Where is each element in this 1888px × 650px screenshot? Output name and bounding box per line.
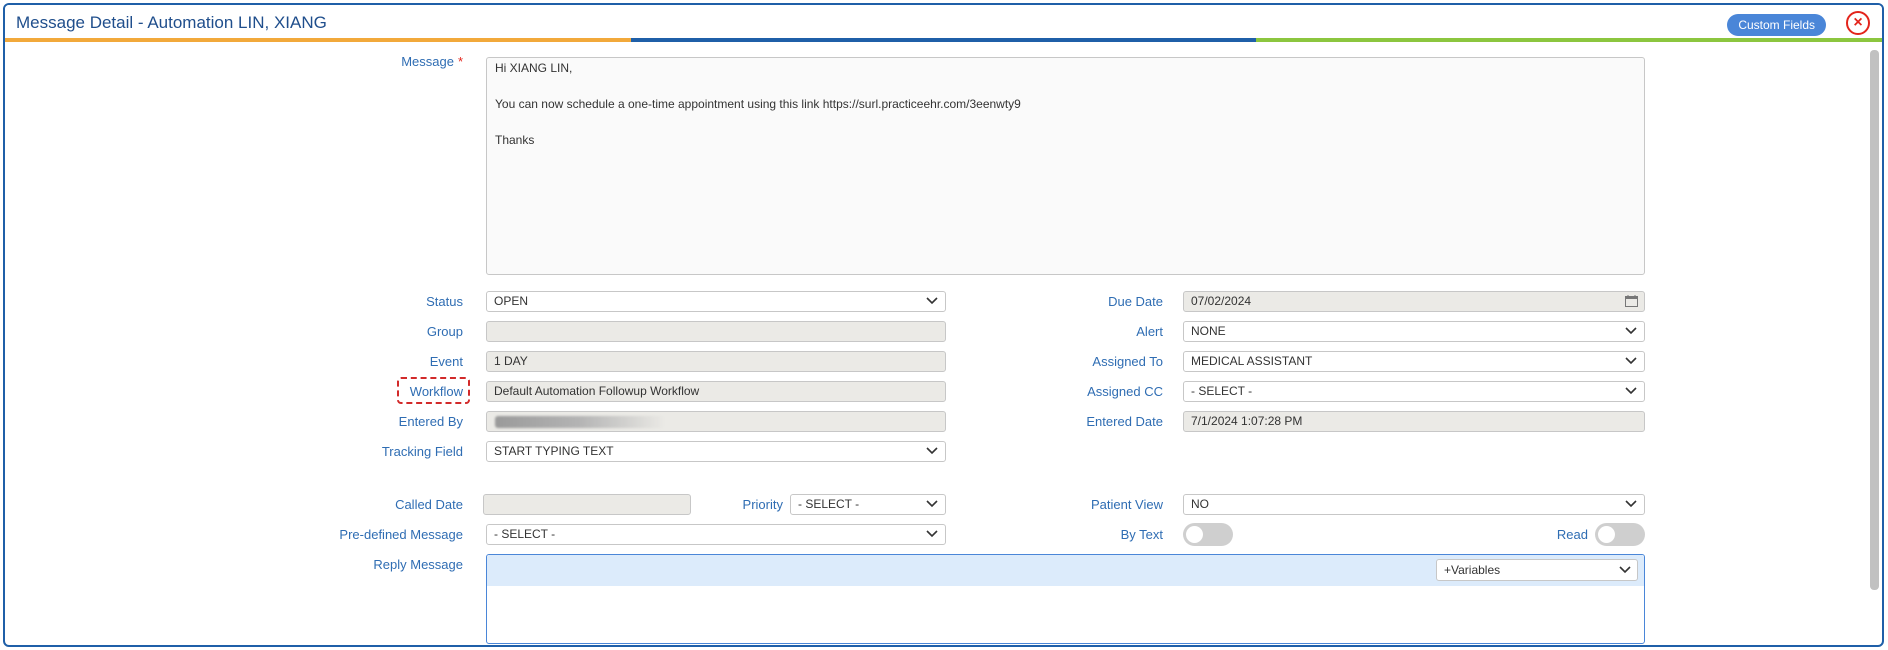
workflow-field: Default Automation Followup Workflow xyxy=(486,381,946,402)
toggle-knob xyxy=(1186,526,1203,543)
message-label: Message * xyxy=(305,54,463,69)
by-text-label: By Text xyxy=(1120,527,1163,542)
variables-select[interactable]: +Variables xyxy=(1436,559,1638,581)
message-detail-dialog: Message Detail - Automation LIN, XIANG C… xyxy=(3,3,1884,647)
color-strip-segment-blue xyxy=(630,38,1257,42)
chevron-down-icon xyxy=(926,527,938,541)
patient-view-label: Patient View xyxy=(1090,497,1163,512)
by-text-toggle[interactable] xyxy=(1183,523,1233,546)
vertical-scrollbar[interactable] xyxy=(1870,50,1879,590)
close-icon[interactable]: × xyxy=(1846,11,1870,35)
tracking-field-label: Tracking Field xyxy=(381,444,463,459)
message-line-body: You can now schedule a one-time appointm… xyxy=(495,97,1021,111)
predefined-message-select[interactable]: - SELECT - xyxy=(486,524,946,545)
color-strip-segment-orange xyxy=(5,38,631,42)
status-value: OPEN xyxy=(494,294,529,308)
redacted-name-blur xyxy=(495,416,665,428)
reply-editor-toolbar: +Variables xyxy=(487,555,1644,586)
assigned-cc-label: Assigned CC xyxy=(1087,384,1163,399)
due-date-value: 07/02/2024 xyxy=(1191,294,1252,308)
message-label-text: Message xyxy=(401,54,454,69)
alert-select[interactable]: NONE xyxy=(1183,321,1645,342)
chevron-down-icon xyxy=(926,444,938,458)
chevron-down-icon xyxy=(1619,563,1631,577)
group-label: Group xyxy=(426,324,463,339)
assigned-to-value: MEDICAL ASSISTANT xyxy=(1191,354,1313,368)
due-date-field[interactable]: 07/02/2024 xyxy=(1183,291,1645,312)
tracking-field-value: START TYPING TEXT xyxy=(494,444,614,458)
event-label: Event xyxy=(429,354,463,369)
workflow-value: Default Automation Followup Workflow xyxy=(494,384,700,398)
called-date-field[interactable] xyxy=(483,494,691,515)
chevron-down-icon xyxy=(1625,354,1637,368)
reply-message-editor[interactable]: +Variables xyxy=(486,554,1645,644)
patient-view-select[interactable]: NO xyxy=(1183,494,1645,515)
alert-value: NONE xyxy=(1191,324,1226,338)
workflow-label[interactable]: Workflow xyxy=(255,384,463,399)
assigned-cc-select[interactable]: - SELECT - xyxy=(1183,381,1645,402)
variables-value: +Variables xyxy=(1444,563,1501,577)
entered-date-label: Entered Date xyxy=(1086,414,1163,429)
toggle-knob xyxy=(1598,526,1615,543)
priority-select[interactable]: - SELECT - xyxy=(790,494,946,515)
title-bar: Message Detail - Automation LIN, XIANG C… xyxy=(5,5,1882,38)
assigned-to-select[interactable]: MEDICAL ASSISTANT xyxy=(1183,351,1645,372)
calendar-icon[interactable] xyxy=(1625,295,1638,307)
called-date-label: Called Date xyxy=(395,497,463,512)
due-date-label: Due Date xyxy=(1108,294,1163,309)
tracking-field-select[interactable]: START TYPING TEXT xyxy=(486,441,946,462)
event-field: 1 DAY xyxy=(486,351,946,372)
reply-message-label: Reply Message xyxy=(373,557,463,572)
message-line-closing: Thanks xyxy=(495,133,535,147)
required-mark: * xyxy=(457,54,463,69)
message-line-greeting: Hi XIANG LIN, xyxy=(495,61,573,75)
alert-label: Alert xyxy=(1136,324,1163,339)
entered-by-field xyxy=(486,411,946,432)
read-label: Read xyxy=(1556,527,1588,542)
assigned-to-label: Assigned To xyxy=(1092,354,1163,369)
status-label: Status xyxy=(426,294,463,309)
event-value: 1 DAY xyxy=(494,354,528,368)
predefined-message-value: - SELECT - xyxy=(494,527,556,541)
color-strip xyxy=(5,38,1882,42)
priority-value: - SELECT - xyxy=(798,497,860,511)
message-textarea[interactable]: Hi XIANG LIN, You can now schedule a one… xyxy=(486,57,1645,275)
entered-date-value: 7/1/2024 1:07:28 PM xyxy=(1191,414,1303,428)
custom-fields-button[interactable]: Custom Fields xyxy=(1727,14,1826,36)
group-field xyxy=(486,321,946,342)
entered-date-field: 7/1/2024 1:07:28 PM xyxy=(1183,411,1645,432)
predefined-message-label: Pre-defined Message xyxy=(339,527,463,542)
chevron-down-icon xyxy=(926,294,938,308)
patient-view-value: NO xyxy=(1191,497,1209,511)
entered-by-label: Entered By xyxy=(398,414,463,429)
chevron-down-icon xyxy=(1625,384,1637,398)
status-select[interactable]: OPEN xyxy=(486,291,946,312)
chevron-down-icon xyxy=(1625,324,1637,338)
color-strip-segment-green xyxy=(1256,38,1882,42)
chevron-down-icon xyxy=(1625,497,1637,511)
priority-label: Priority xyxy=(742,497,783,512)
read-toggle[interactable] xyxy=(1595,523,1645,546)
assigned-cc-value: - SELECT - xyxy=(1191,384,1253,398)
chevron-down-icon xyxy=(926,497,938,511)
dialog-title: Message Detail - Automation LIN, XIANG xyxy=(16,13,327,32)
